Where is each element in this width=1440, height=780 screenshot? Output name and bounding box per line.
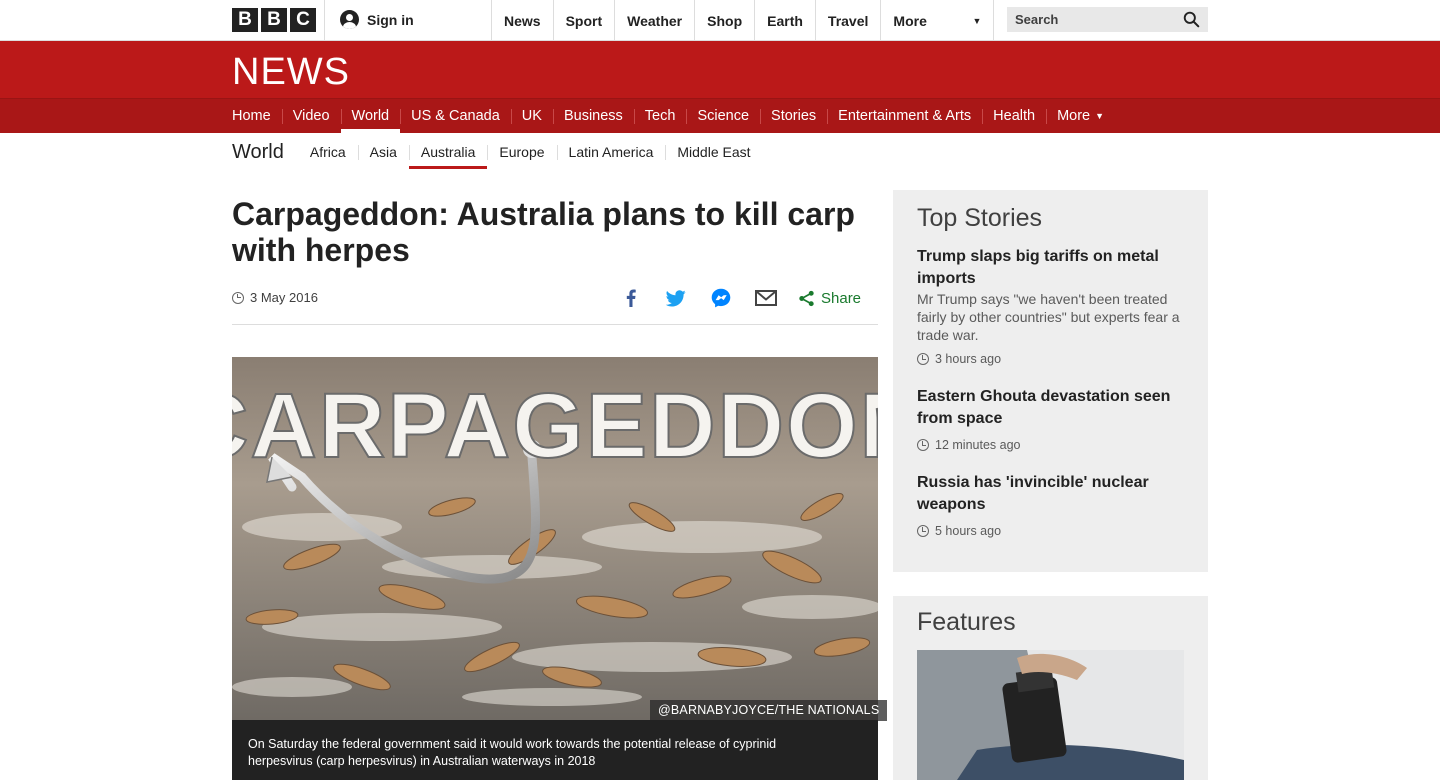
story-time: 3 hours ago [917, 352, 1187, 366]
sign-in-label: Sign in [367, 11, 414, 28]
sign-in-link[interactable]: Sign in [340, 10, 414, 29]
story-summary: Mr Trump says "we haven't been treated f… [917, 291, 1180, 343]
email-icon[interactable] [755, 287, 777, 309]
story-title[interactable]: Russia has 'invincible' nuclear weapons [917, 472, 1187, 516]
global-nav: News Sport Weather Shop Earth Travel Mor… [491, 0, 995, 41]
hero-image[interactable]: CARPAGEDDON [232, 357, 878, 720]
nav-item-home[interactable]: Home [232, 99, 282, 133]
share-label: Share [821, 289, 862, 307]
nav-more-label: More [1057, 108, 1091, 124]
bbc-global-bar: B B C Sign in News Sport Weather Shop Ea… [0, 0, 1440, 41]
nav-item-tech[interactable]: Tech [633, 99, 687, 133]
messenger-icon[interactable] [710, 287, 732, 309]
image-caption: On Saturday the federal government said … [232, 720, 878, 780]
news-masthead: NEWS [0, 41, 1440, 98]
nav-item-health[interactable]: Health [982, 99, 1046, 133]
image-credit: @BARNABYJOYCE/THE NATIONALS [650, 700, 888, 721]
share-tools: Share [620, 285, 861, 311]
story-time-text: 5 hours ago [935, 524, 1002, 538]
features-panel: Features [893, 596, 1208, 780]
global-nav-travel[interactable]: Travel [814, 0, 880, 41]
nav-item-more[interactable]: More ▼ [1046, 99, 1115, 133]
story-item[interactable]: Russia has 'invincible' nuclear weapons … [917, 472, 1187, 538]
search-icon[interactable] [1183, 11, 1200, 28]
bbc-logo-letter: B [232, 8, 258, 32]
caret-down-icon: ▼ [972, 15, 982, 26]
subnav-item-europe[interactable]: Europe [487, 135, 556, 169]
features-title: Features [917, 608, 1016, 636]
bbc-logo-letter: B [261, 8, 287, 32]
article-date: 3 May 2016 [232, 290, 318, 305]
section-subnav: World Africa Asia Australia Europe Latin… [232, 135, 763, 169]
main-nav: Home Video World US & Canada UK Business… [0, 98, 1440, 133]
story-time-text: 12 minutes ago [935, 438, 1021, 452]
nav-item-world[interactable]: World [340, 99, 401, 133]
nav-item-us-canada[interactable]: US & Canada [400, 99, 511, 133]
divider [324, 0, 325, 41]
subnav-item-latin-america[interactable]: Latin America [556, 135, 666, 169]
story-title[interactable]: Trump slaps big tariffs on metal imports [917, 246, 1187, 290]
image-overlay-title: CARPAGEDDON [232, 375, 878, 477]
global-nav-shop[interactable]: Shop [694, 0, 754, 41]
share-icon [799, 290, 814, 306]
global-nav-more-label: More [893, 12, 927, 29]
global-nav-news[interactable]: News [491, 0, 553, 41]
article-date-text: 3 May 2016 [250, 290, 318, 305]
bbc-logo-letter: C [290, 8, 316, 32]
feature-image[interactable] [917, 650, 1184, 780]
story-title[interactable]: Eastern Ghouta devastation seen from spa… [917, 386, 1187, 430]
section-title[interactable]: World [232, 141, 284, 164]
clock-icon [917, 439, 929, 451]
search-input[interactable]: Search [1007, 7, 1208, 32]
clock-icon [232, 291, 244, 304]
feature-photo [917, 650, 1184, 780]
story-time-text: 3 hours ago [935, 352, 1002, 366]
nav-item-science[interactable]: Science [686, 99, 760, 133]
subnav-item-middle-east[interactable]: Middle East [665, 135, 762, 169]
carp-river-image: CARPAGEDDON [232, 357, 878, 720]
global-nav-weather[interactable]: Weather [614, 0, 694, 41]
global-nav-more[interactable]: More ▼ [880, 0, 995, 41]
news-logo[interactable]: NEWS [232, 51, 350, 94]
nav-item-video[interactable]: Video [281, 99, 341, 133]
global-nav-earth[interactable]: Earth [754, 0, 815, 41]
story-time: 5 hours ago [917, 524, 1187, 538]
caret-down-icon: ▼ [1095, 111, 1105, 121]
user-icon [340, 10, 359, 29]
search-placeholder: Search [1015, 12, 1059, 27]
article-headline: Carpageddon: Australia plans to kill car… [232, 196, 855, 268]
story-time: 12 minutes ago [917, 438, 1187, 452]
nav-item-stories[interactable]: Stories [760, 99, 827, 133]
share-button[interactable]: Share [798, 290, 861, 307]
bbc-logo[interactable]: B B C [232, 8, 316, 32]
global-nav-sport[interactable]: Sport [552, 0, 615, 41]
twitter-icon[interactable] [665, 287, 687, 309]
divider [232, 324, 878, 325]
nav-item-uk[interactable]: UK [510, 99, 553, 133]
clock-icon [917, 525, 929, 537]
story-item[interactable]: Eastern Ghouta devastation seen from spa… [917, 386, 1187, 452]
subnav-item-asia[interactable]: Asia [357, 135, 409, 169]
top-stories-title: Top Stories [917, 204, 1043, 232]
subnav-item-australia[interactable]: Australia [408, 135, 488, 169]
nav-item-business[interactable]: Business [552, 99, 634, 133]
story-item[interactable]: Trump slaps big tariffs on metal imports… [917, 246, 1187, 366]
facebook-icon[interactable] [620, 287, 642, 309]
nav-item-entertainment-arts[interactable]: Entertainment & Arts [827, 99, 982, 133]
subnav-item-africa[interactable]: Africa [298, 135, 358, 169]
top-stories-panel: Top Stories Trump slaps big tariffs on m… [893, 190, 1208, 572]
clock-icon [917, 353, 929, 365]
